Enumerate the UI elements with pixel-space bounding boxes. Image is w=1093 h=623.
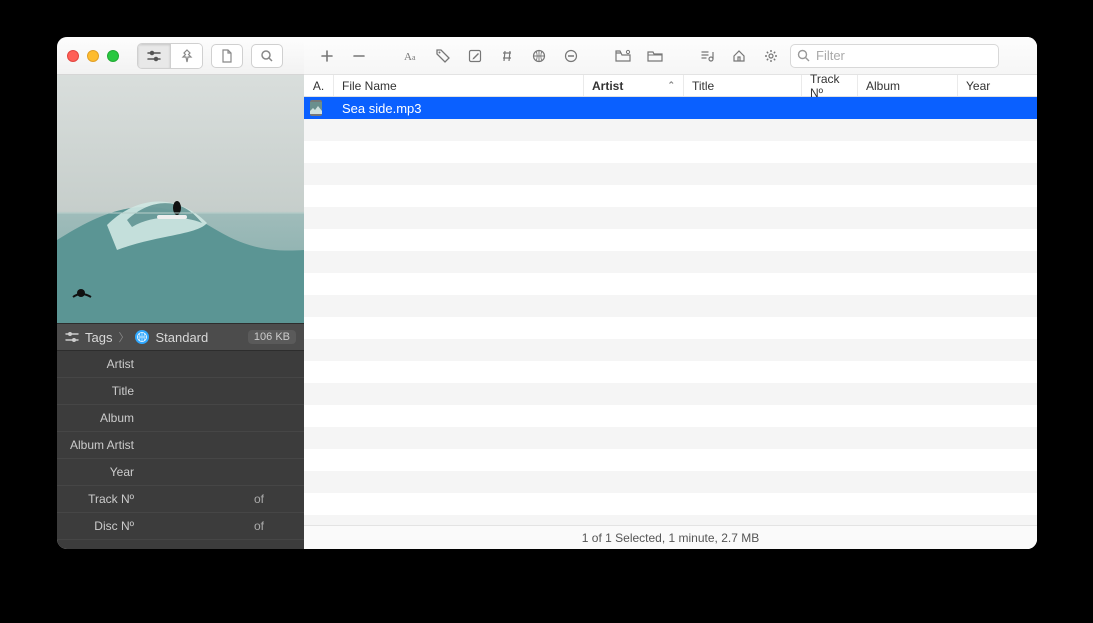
globe-icon [135, 330, 149, 344]
column-artwork[interactable]: A. [304, 75, 334, 96]
metadata-key: Year [57, 465, 142, 479]
file-rows: Sea side.mp3 [304, 97, 1037, 525]
metadata-row[interactable]: Disc Nº of [57, 513, 304, 540]
tags-label: Tags [85, 330, 112, 345]
gear-icon[interactable] [758, 44, 784, 68]
plus-icon[interactable] [314, 44, 340, 68]
search-icon [797, 49, 810, 62]
metadata-key: Track Nº [57, 492, 142, 506]
metadata-key: Album Artist [57, 438, 142, 452]
cell-filename: Sea side.mp3 [334, 101, 584, 116]
zoom-icon[interactable] [107, 50, 119, 62]
home-icon[interactable] [726, 44, 752, 68]
metadata-suffix: of [254, 492, 304, 506]
metadata-key: Album [57, 411, 142, 425]
circle-minus-icon[interactable] [558, 44, 584, 68]
metadata-row[interactable]: Track Nº of [57, 486, 304, 513]
metadata-suffix: of [254, 519, 304, 533]
svg-text:A: A [404, 51, 412, 63]
metadata-row[interactable]: Album Artist [57, 432, 304, 459]
font-icon[interactable]: Aa [398, 44, 424, 68]
file-size-badge: 106 KB [248, 330, 296, 344]
metadata-row[interactable]: Year [57, 459, 304, 486]
column-title[interactable]: Title [684, 75, 802, 96]
table-row[interactable]: Sea side.mp3 [304, 97, 1037, 119]
metadata-row[interactable]: Artist [57, 351, 304, 378]
column-year[interactable]: Year [958, 75, 1012, 96]
column-track[interactable]: Track Nº [802, 75, 858, 96]
column-filename[interactable]: File Name [334, 75, 584, 96]
minimize-icon[interactable] [87, 50, 99, 62]
tag-set-label: Standard [155, 330, 208, 345]
music-list-icon[interactable] [694, 44, 720, 68]
chevron-right-icon: 〉 [118, 329, 129, 345]
main-panel: Aa A. File Name Artist⌃ Title Track Nº [304, 37, 1037, 549]
status-bar: 1 of 1 Selected, 1 minute, 2.7 MB [304, 525, 1037, 549]
toolbar: Aa [304, 37, 1037, 75]
album-art [57, 75, 304, 323]
artwork-thumb-icon [310, 100, 322, 116]
metadata-row[interactable]: Album [57, 405, 304, 432]
chevron-up-icon: ⌃ [667, 80, 675, 91]
column-header: A. File Name Artist⌃ Title Track Nº Albu… [304, 75, 1037, 97]
document-icon[interactable] [211, 44, 243, 68]
number-icon[interactable] [494, 44, 520, 68]
pin-icon[interactable] [170, 44, 202, 68]
row-stripes [304, 97, 1037, 525]
close-icon[interactable] [67, 50, 79, 62]
metadata-key: Disc Nº [57, 519, 142, 533]
column-artist[interactable]: Artist⌃ [584, 75, 684, 96]
status-text: 1 of 1 Selected, 1 minute, 2.7 MB [582, 531, 759, 545]
sidebar: Tags 〉 Standard 106 KB Artist Title Albu… [57, 37, 304, 549]
view-mode-group [137, 43, 203, 69]
edit-icon[interactable] [462, 44, 488, 68]
folder-open-icon[interactable] [610, 44, 636, 68]
metadata-list: Artist Title Album Album Artist Year [57, 351, 304, 549]
folder-icon[interactable] [642, 44, 668, 68]
app-window: Tags 〉 Standard 106 KB Artist Title Albu… [57, 37, 1037, 549]
titlebar-left [57, 37, 304, 75]
svg-text:a: a [412, 53, 416, 62]
search-icon[interactable] [251, 44, 283, 68]
metadata-row[interactable]: Title [57, 378, 304, 405]
sliders-icon[interactable] [138, 44, 170, 68]
metadata-key: Title [57, 384, 142, 398]
globe-icon[interactable] [526, 44, 552, 68]
window-controls [67, 50, 119, 62]
filter-field[interactable] [790, 44, 999, 68]
tags-header[interactable]: Tags 〉 Standard 106 KB [57, 323, 304, 351]
column-album[interactable]: Album [858, 75, 958, 96]
tag-icon[interactable] [430, 44, 456, 68]
sliders-icon [65, 331, 79, 343]
metadata-key: Artist [57, 357, 142, 371]
filter-input[interactable] [816, 48, 992, 63]
minus-icon[interactable] [346, 44, 372, 68]
